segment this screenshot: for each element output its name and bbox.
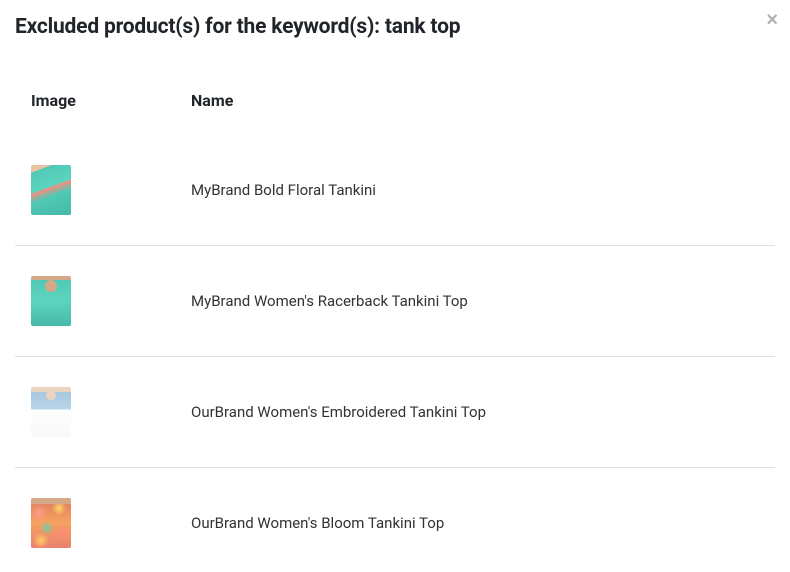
- product-name-cell: MyBrand Women's Racerback Tankini Top: [175, 246, 775, 357]
- table-row: OurBrand Women's Bloom Tankini Top: [15, 468, 775, 550]
- header-image: Image: [15, 79, 175, 135]
- table-row: MyBrand Women's Racerback Tankini Top: [15, 246, 775, 357]
- table-header-row: Image Name: [15, 79, 775, 135]
- excluded-products-modal: × Excluded product(s) for the keyword(s)…: [0, 0, 790, 572]
- product-name-cell: OurBrand Women's Bloom Tankini Top: [175, 468, 775, 550]
- content-scroll-area[interactable]: Image Name MyBrand Bold Floral TankiniMy…: [0, 49, 790, 549]
- product-image-cell: [15, 468, 175, 550]
- product-thumbnail: [31, 387, 71, 437]
- product-image-cell: [15, 135, 175, 246]
- table-row: OurBrand Women's Embroidered Tankini Top: [15, 357, 775, 468]
- header-name: Name: [175, 79, 775, 135]
- product-image-cell: [15, 357, 175, 468]
- product-thumbnail: [31, 276, 71, 326]
- product-name-cell: MyBrand Bold Floral Tankini: [175, 135, 775, 246]
- close-button[interactable]: ×: [766, 10, 778, 30]
- modal-title: Excluded product(s) for the keyword(s): …: [0, 0, 790, 49]
- product-thumbnail: [31, 498, 71, 548]
- product-name-cell: OurBrand Women's Embroidered Tankini Top: [175, 357, 775, 468]
- product-thumbnail: [31, 165, 71, 215]
- products-table: Image Name MyBrand Bold Floral TankiniMy…: [15, 79, 775, 549]
- table-row: MyBrand Bold Floral Tankini: [15, 135, 775, 246]
- product-image-cell: [15, 246, 175, 357]
